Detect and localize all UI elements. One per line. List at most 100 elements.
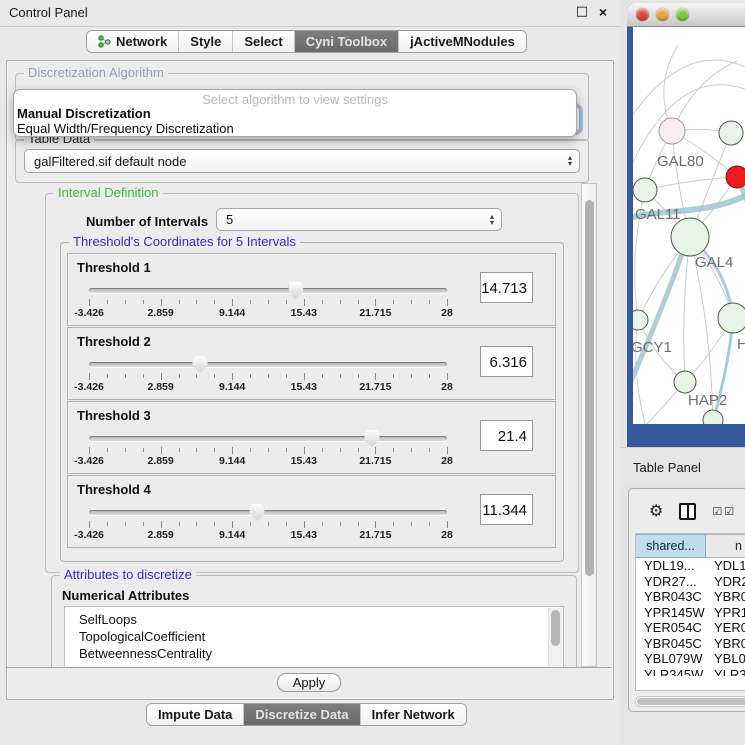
cell[interactable]: YBR043C [636, 589, 706, 605]
bottom-tab-discretize-data[interactable]: Discretize Data [243, 704, 359, 725]
cell[interactable]: YBL0 [706, 651, 745, 667]
panel-scrollbar[interactable] [581, 183, 597, 667]
cell[interactable]: YBR0 [706, 636, 745, 652]
list-scrollbar[interactable] [548, 608, 562, 667]
cell[interactable]: YDL19... [636, 558, 706, 574]
table-row[interactable]: YDL19...YDL1 [636, 558, 745, 574]
bottom-node[interactable] [703, 410, 723, 424]
tab-select[interactable]: Select [232, 31, 293, 52]
threshold-value-field[interactable]: 21.4 [480, 420, 533, 451]
threshold-panel: Threshold 1-3.4262.8599.14415.4321.71528… [67, 253, 556, 326]
slider-tick [232, 299, 233, 306]
tab-jactivemnodules[interactable]: jActiveMNodules [398, 31, 526, 52]
algorithm-option[interactable]: Manual Discretization [14, 107, 576, 122]
panel-scrollbar-thumb[interactable] [585, 200, 594, 576]
slider-thumb[interactable] [250, 504, 265, 521]
slider-track[interactable] [89, 510, 447, 515]
minimize-light[interactable] [656, 8, 669, 21]
number-of-intervals-combo[interactable]: 5 ▴▾ [216, 208, 502, 231]
slider-thumb[interactable] [192, 356, 207, 373]
slider-scale-label: -3.426 [74, 529, 104, 541]
list-scrollbar-thumb[interactable] [551, 610, 560, 646]
gal11-node[interactable] [633, 178, 657, 202]
slider-thumb[interactable] [288, 282, 303, 299]
close-icon[interactable]: × [599, 4, 607, 20]
slider-thumb[interactable] [364, 430, 379, 447]
tab-cyni-toolbox[interactable]: Cyni Toolbox [294, 31, 398, 52]
table-row[interactable]: YLR345WYLR3 [636, 667, 745, 677]
threshold-panel: Threshold 3-3.4262.8599.14415.4321.71528… [67, 401, 556, 474]
network-edge[interactable] [672, 61, 737, 131]
table-row[interactable]: YPR145WYPR1 [636, 605, 745, 621]
slider-tick [125, 448, 126, 452]
cell[interactable]: YER0 [706, 620, 745, 636]
cell[interactable]: YER054C [636, 620, 706, 636]
attribute-item[interactable]: SelfLoops [65, 611, 563, 628]
cell[interactable]: YDL1 [706, 558, 745, 574]
threshold-slider[interactable]: -3.4262.8599.14415.4321.71528 [89, 354, 447, 396]
network-canvas[interactable]: GAL80GAL11GAL4GCY1HHAP2 [633, 27, 745, 424]
network-edge[interactable] [633, 60, 745, 123]
numerical-attributes-list[interactable]: SelfLoopsTopologicalCoefficientBetweenne… [64, 606, 564, 667]
slider-track[interactable] [89, 288, 447, 293]
close-light[interactable] [636, 8, 649, 21]
network-edge[interactable] [645, 177, 737, 190]
attribute-items: SelfLoopsTopologicalCoefficientBetweenne… [65, 607, 563, 662]
tab-style[interactable]: Style [178, 31, 232, 52]
table-row[interactable]: YDR27...YDR2 [636, 574, 745, 590]
threshold-value-field[interactable]: 11.344 [480, 494, 533, 525]
zoom-light[interactable] [676, 8, 689, 21]
network-edge[interactable] [684, 237, 690, 382]
right-node[interactable] [719, 121, 743, 145]
table-row[interactable]: YBL079WYBL0 [636, 651, 745, 667]
cell[interactable]: YLR3 [706, 667, 745, 677]
table-row[interactable]: YBR043CYBR0 [636, 589, 745, 605]
table-row[interactable]: YER054CYER0 [636, 620, 745, 636]
column-header[interactable]: n [706, 534, 745, 558]
threshold-value-field[interactable]: 14.713 [480, 272, 533, 303]
algorithm-popup: Select algorithm to view settings Manual… [13, 89, 577, 137]
columns-icon[interactable] [679, 503, 696, 520]
threshold-slider[interactable]: -3.4262.8599.14415.4321.71528 [89, 428, 447, 470]
apply-button[interactable]: Apply [277, 673, 342, 692]
attribute-item[interactable]: TopologicalCoefficient [65, 628, 563, 645]
attribute-item[interactable]: BetweennessCentrality [65, 645, 563, 662]
cell[interactable]: YBR045C [636, 636, 706, 652]
node-table: shared...n YDL19...YDL1YDR27...YDR2YBR04… [635, 533, 745, 691]
column-header[interactable]: shared... [636, 534, 706, 558]
cell[interactable]: YBL079W [636, 651, 706, 667]
algorithm-option[interactable]: Equal Width/Frequency Discretization [14, 122, 576, 137]
cell[interactable]: YLR345W [636, 667, 706, 677]
cell[interactable]: YDR27... [636, 574, 706, 590]
threshold-slider[interactable]: -3.4262.8599.14415.4321.71528 [89, 502, 447, 544]
gear-icon[interactable]: ⚙ [649, 503, 663, 519]
threshold-value-field[interactable]: 6.316 [480, 346, 533, 377]
gal4-node[interactable] [671, 218, 709, 256]
table-hscrollbar[interactable] [635, 696, 745, 707]
table-row[interactable]: YBR045CYBR0 [636, 636, 745, 652]
algorithm-group-title: Discretization Algorithm [24, 65, 168, 80]
bottom-tab-impute-data[interactable]: Impute Data [147, 704, 243, 725]
bottom-tab-infer-network[interactable]: Infer Network [360, 704, 466, 725]
h-node[interactable] [718, 303, 745, 333]
cell[interactable]: YPR145W [636, 605, 706, 621]
cell[interactable]: YBR0 [706, 589, 745, 605]
slider-scale-label: 15.43 [291, 455, 317, 467]
hap2-node[interactable] [674, 371, 696, 393]
float-icon[interactable]: □ [576, 4, 588, 19]
table-hscrollbar-thumb[interactable] [637, 698, 745, 705]
network-window-titlebar[interactable] [627, 3, 745, 27]
select-checkboxes-icon[interactable]: ☑☑ [712, 505, 736, 518]
slider-track[interactable] [89, 436, 447, 441]
red-node[interactable] [726, 166, 745, 188]
slider-tick [107, 522, 108, 526]
threshold-slider[interactable]: -3.4262.8599.14415.4321.71528 [89, 280, 447, 322]
table-data-combo[interactable]: galFiltered.sif default node ▴▾ [24, 149, 580, 173]
gal80-node[interactable] [659, 118, 685, 144]
gcy1-node[interactable] [633, 310, 648, 330]
slider-scale-label: 9.144 [219, 381, 245, 393]
cell[interactable]: YDR2 [706, 574, 745, 590]
cell[interactable]: YPR1 [706, 605, 745, 621]
tab-network[interactable]: Network [87, 31, 178, 52]
slider-track[interactable] [89, 362, 447, 367]
